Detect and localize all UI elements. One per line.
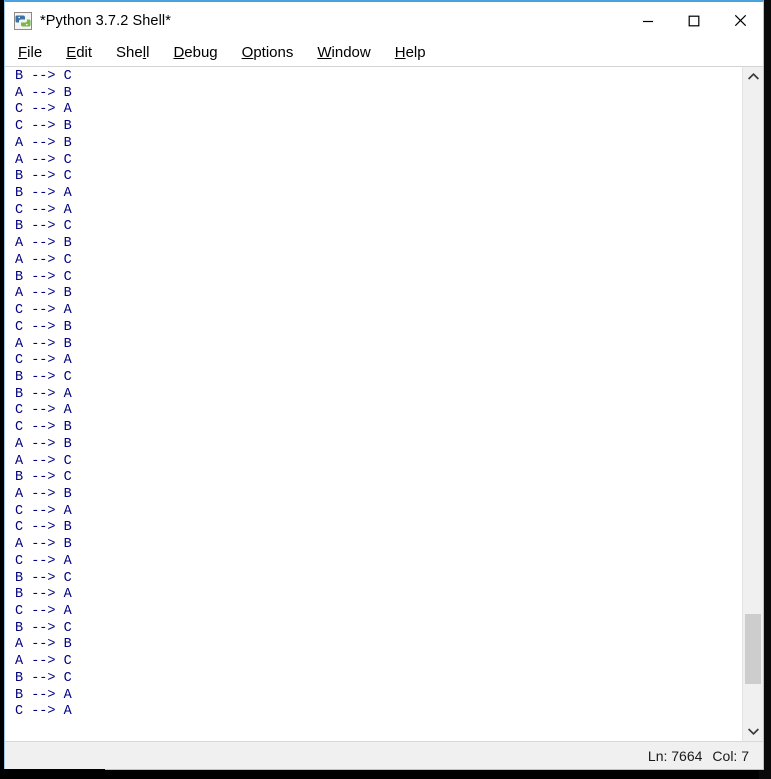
menu-label-window-post: indow — [331, 44, 371, 61]
shell-line: B --> A — [15, 687, 72, 703]
title-bar[interactable]: *Python 3.7.2 Shell* — [5, 2, 763, 39]
menu-bar: File Edit Shell Debug Options Window Hel… — [5, 39, 763, 67]
menu-item-shell[interactable]: Shell — [116, 43, 149, 62]
desktop-background: *Python 3.7.2 Shell* File Edit Shell Deb… — [0, 0, 771, 779]
menu-mnemonic-window: W — [317, 44, 332, 61]
shell-line: B --> C — [15, 570, 72, 586]
shell-line: A --> B — [15, 135, 72, 151]
shell-line: B --> C — [15, 369, 72, 385]
shell-line: C --> A — [15, 553, 72, 569]
menu-mnemonic-help: H — [394, 44, 406, 61]
scroll-up-button[interactable] — [743, 67, 763, 86]
shell-line: A --> B — [15, 336, 72, 352]
shell-line: B --> C — [15, 169, 72, 185]
shell-output-text[interactable]: B --> CA --> BC --> AC --> BA --> BA -->… — [5, 67, 742, 741]
shell-line: B --> C — [15, 620, 72, 636]
shell-line: C --> A — [15, 102, 72, 118]
menu-item-debug[interactable]: Debug — [173, 43, 217, 62]
vertical-scrollbar[interactable] — [742, 67, 763, 741]
shell-line: A --> C — [15, 252, 72, 268]
menu-item-window[interactable]: Window — [317, 43, 370, 62]
menu-label-options-post: ptions — [253, 44, 294, 61]
shell-line: A --> B — [15, 486, 72, 502]
shell-line: C --> B — [15, 520, 72, 536]
menu-item-file[interactable]: File — [18, 43, 42, 62]
taskbar-sliver — [0, 769, 105, 779]
menu-mnemonic-edit: E — [66, 44, 77, 61]
shell-line: C --> A — [15, 604, 72, 619]
shell-line: C --> A — [15, 353, 72, 369]
shell-line: C --> A — [15, 202, 72, 218]
menu-label-help-post: elp — [405, 44, 426, 61]
shell-line: C --> A — [15, 303, 72, 319]
close-button[interactable] — [717, 2, 763, 39]
menu-label-debug-post: ebug — [184, 44, 218, 61]
menu-label-shell-post: l — [146, 44, 150, 61]
shell-line: A --> C — [15, 453, 72, 469]
shell-line: C --> A — [15, 503, 72, 519]
shell-line: B --> C — [15, 69, 72, 84]
shell-line: A --> B — [15, 637, 72, 653]
shell-line: C --> A — [15, 704, 72, 720]
shell-line: B --> A — [15, 386, 72, 402]
shell-line: A --> C — [15, 654, 72, 670]
minimize-button[interactable] — [625, 2, 671, 39]
status-column-number: Col: 7 — [712, 747, 749, 764]
window-title: *Python 3.7.2 Shell* — [40, 12, 171, 29]
python-idle-icon — [14, 11, 32, 30]
menu-item-help[interactable]: Help — [395, 43, 426, 62]
shell-line: A --> B — [15, 85, 72, 101]
menu-item-options[interactable]: Options — [242, 43, 294, 62]
scrollbar-thumb[interactable] — [745, 613, 761, 684]
shell-line: B --> A — [15, 587, 72, 603]
menu-label-shell-pre: She — [116, 44, 143, 61]
window-controls — [625, 2, 763, 39]
menu-mnemonic-options: O — [241, 44, 254, 61]
shell-line: C --> B — [15, 119, 72, 135]
shell-line: A --> C — [15, 152, 72, 168]
menu-label-edit-post: dit — [76, 44, 93, 61]
shell-line: C --> B — [15, 319, 72, 335]
menu-mnemonic-file: F — [18, 44, 28, 61]
shell-line: A --> B — [15, 236, 72, 252]
menu-item-edit[interactable]: Edit — [66, 43, 92, 62]
maximize-button[interactable] — [671, 2, 717, 39]
shell-line: A --> B — [15, 537, 72, 553]
menu-label-file-post: ile — [27, 44, 43, 61]
shell-line: B --> A — [15, 186, 72, 202]
shell-line: C --> B — [15, 420, 72, 436]
shell-line: B --> C — [15, 269, 72, 285]
shell-line: B --> C — [15, 219, 72, 235]
shell-line: B --> C — [15, 670, 72, 686]
menu-mnemonic-debug: D — [173, 44, 185, 61]
shell-line: C --> A — [15, 403, 72, 419]
scroll-down-button[interactable] — [743, 722, 763, 741]
shell-body: B --> CA --> BC --> AC --> BA --> BA -->… — [5, 67, 763, 741]
idle-shell-window: *Python 3.7.2 Shell* File Edit Shell Deb… — [4, 0, 764, 770]
status-bar: Ln: 7664 Col: 7 — [5, 741, 763, 769]
shell-line: A --> B — [15, 286, 72, 302]
shell-line: A --> B — [15, 436, 72, 452]
scrollbar-track[interactable] — [743, 86, 763, 722]
shell-line: B --> C — [15, 470, 72, 486]
status-line-number: Ln: 7664 — [647, 747, 703, 764]
